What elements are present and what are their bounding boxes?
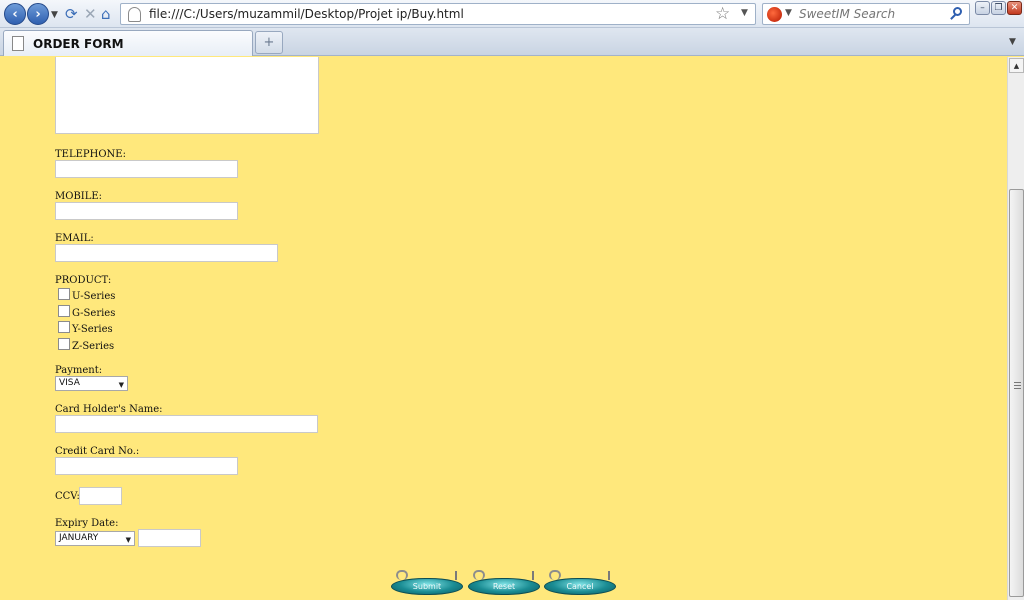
mobile-input[interactable]	[55, 202, 238, 220]
expiry-month-select[interactable]: JANUARY ▼	[55, 531, 135, 546]
g-series-label: G-Series	[72, 308, 116, 319]
forward-button[interactable]: ›	[27, 3, 49, 25]
chevron-down-icon: ▼	[118, 381, 124, 389]
magnifier-icon[interactable]	[949, 6, 965, 22]
search-engine-dropdown-icon[interactable]: ▼	[785, 8, 792, 18]
chevron-down-icon: ▼	[1009, 37, 1016, 47]
expiry-year-input[interactable]	[138, 529, 201, 547]
ccv-label: CCV:	[55, 491, 80, 502]
checkbox-y-series[interactable]	[58, 321, 70, 333]
submit-button[interactable]: Submit	[391, 570, 463, 596]
minimize-button[interactable]: –	[975, 1, 990, 15]
checkbox-u-series[interactable]	[58, 288, 70, 300]
ccv-input[interactable]	[79, 487, 122, 505]
document-icon	[12, 36, 24, 51]
product-label: PRODUCT:	[55, 275, 112, 286]
tab-list-button[interactable]: ▼	[1004, 31, 1021, 53]
stop-icon[interactable]: ✕	[84, 4, 97, 24]
payment-select[interactable]: VISA ▼	[55, 376, 128, 391]
y-series-label: Y-Series	[72, 324, 113, 335]
email-input[interactable]	[55, 244, 278, 262]
checkbox-z-series[interactable]	[58, 338, 70, 350]
chevron-down-icon: ▼	[125, 536, 131, 544]
scroll-up-button[interactable]: ▲	[1009, 58, 1024, 73]
maximize-button[interactable]: ❐	[991, 1, 1006, 15]
sweetim-logo-icon[interactable]	[767, 7, 782, 22]
tab-title: ORDER FORM	[33, 37, 124, 51]
address-bar[interactable]: file:///C:/Users/muzammil/Desktop/Projet…	[120, 3, 756, 25]
checkbox-g-series[interactable]	[58, 305, 70, 317]
scroll-thumb[interactable]	[1009, 189, 1024, 597]
cancel-button[interactable]: Cancel	[544, 570, 616, 596]
browser-toolbar: ‹ › ▼ ⟳ ✕ ⌂ file:///C:/Users/muzammil/De…	[0, 0, 1024, 28]
submit-button-label: Submit	[391, 578, 463, 595]
back-arrow-icon: ‹	[12, 6, 18, 22]
vertical-scrollbar[interactable]: ▲	[1007, 57, 1024, 600]
search-box[interactable]: ▼	[762, 3, 970, 25]
chevron-up-icon: ▲	[1013, 61, 1020, 70]
forward-arrow-icon: ›	[35, 6, 41, 22]
back-button[interactable]: ‹	[4, 3, 26, 25]
page-icon	[128, 7, 141, 22]
address-dropdown-icon[interactable]: ▼	[741, 8, 748, 18]
star-icon[interactable]: ☆	[715, 4, 730, 24]
page-content: TELEPHONE: MOBILE: EMAIL: PRODUCT: U-Ser…	[0, 57, 1007, 600]
plus-icon: +	[263, 35, 275, 50]
address-textarea[interactable]	[55, 57, 319, 134]
telephone-input[interactable]	[55, 160, 238, 178]
address-text[interactable]: file:///C:/Users/muzammil/Desktop/Projet…	[149, 7, 464, 21]
card-holder-input[interactable]	[55, 415, 318, 433]
history-dropdown-icon[interactable]: ▼	[51, 5, 58, 25]
close-window-button[interactable]: ✕	[1007, 1, 1022, 15]
expiry-month-value: JANUARY	[59, 533, 99, 543]
expiry-label: Expiry Date:	[55, 518, 119, 529]
cancel-button-label: Cancel	[544, 578, 616, 595]
reload-icon[interactable]: ⟳	[65, 4, 78, 24]
reset-button[interactable]: Reset	[468, 570, 540, 596]
z-series-label: Z-Series	[72, 341, 115, 352]
payment-select-value: VISA	[59, 378, 80, 388]
tab-bar: ORDER FORM + ▼	[0, 28, 1024, 56]
reset-button-label: Reset	[468, 578, 540, 595]
new-tab-button[interactable]: +	[255, 31, 283, 54]
card-number-input[interactable]	[55, 457, 238, 475]
tab-order-form[interactable]: ORDER FORM	[3, 30, 253, 56]
u-series-label: U-Series	[72, 291, 116, 302]
home-icon[interactable]: ⌂	[101, 4, 111, 24]
search-input[interactable]	[799, 7, 949, 21]
